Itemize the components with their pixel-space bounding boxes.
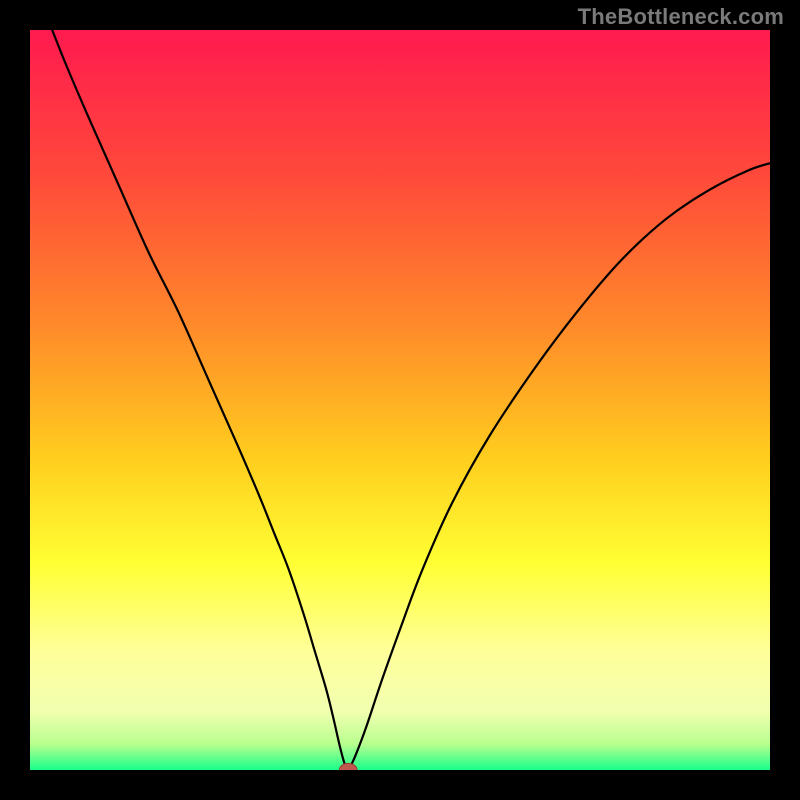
watermark-text: TheBottleneck.com <box>578 4 784 30</box>
chart-svg <box>30 30 770 770</box>
plot-area <box>30 30 770 770</box>
gradient-background <box>30 30 770 770</box>
outer-frame: TheBottleneck.com <box>0 0 800 800</box>
